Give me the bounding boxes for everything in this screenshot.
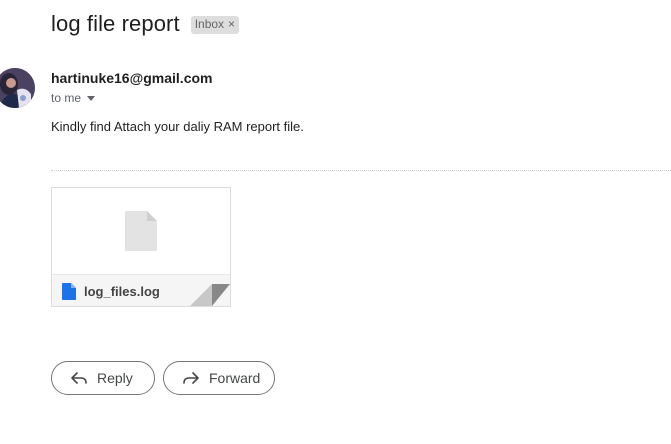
email-body: Kindly find Attach your daliy RAM report…	[51, 119, 304, 134]
divider	[51, 170, 671, 171]
close-icon[interactable]: ×	[228, 17, 235, 32]
reply-icon	[71, 372, 87, 384]
chevron-down-icon[interactable]	[87, 96, 96, 101]
sender-email: hartinuke16@gmail.com	[51, 70, 213, 86]
forward-label: Forward	[209, 370, 261, 386]
email-subject: log file report	[51, 11, 180, 36]
inbox-label-chip[interactable]: Inbox ×	[190, 16, 240, 34]
document-icon	[62, 283, 76, 300]
label-chip-text: Inbox	[194, 17, 225, 31]
attachment-card[interactable]: log_files.log	[51, 187, 231, 307]
recipient-line[interactable]: to me	[51, 91, 96, 105]
forward-icon	[183, 372, 199, 384]
reply-label: Reply	[97, 370, 133, 386]
forward-button[interactable]: Forward	[163, 361, 275, 395]
recipient-text: to me	[51, 91, 82, 105]
page-fold-icon	[190, 284, 230, 306]
subject-row: log file report Inbox ×	[51, 11, 240, 37]
avatar-image	[0, 68, 35, 108]
email-view: log file report Inbox × hartinuke16@gmai…	[0, 0, 671, 444]
file-icon	[125, 211, 157, 251]
reply-button[interactable]: Reply	[51, 361, 155, 395]
attachment-preview	[52, 188, 230, 274]
avatar[interactable]	[0, 68, 35, 108]
attachment-filename: log_files.log	[84, 284, 160, 299]
